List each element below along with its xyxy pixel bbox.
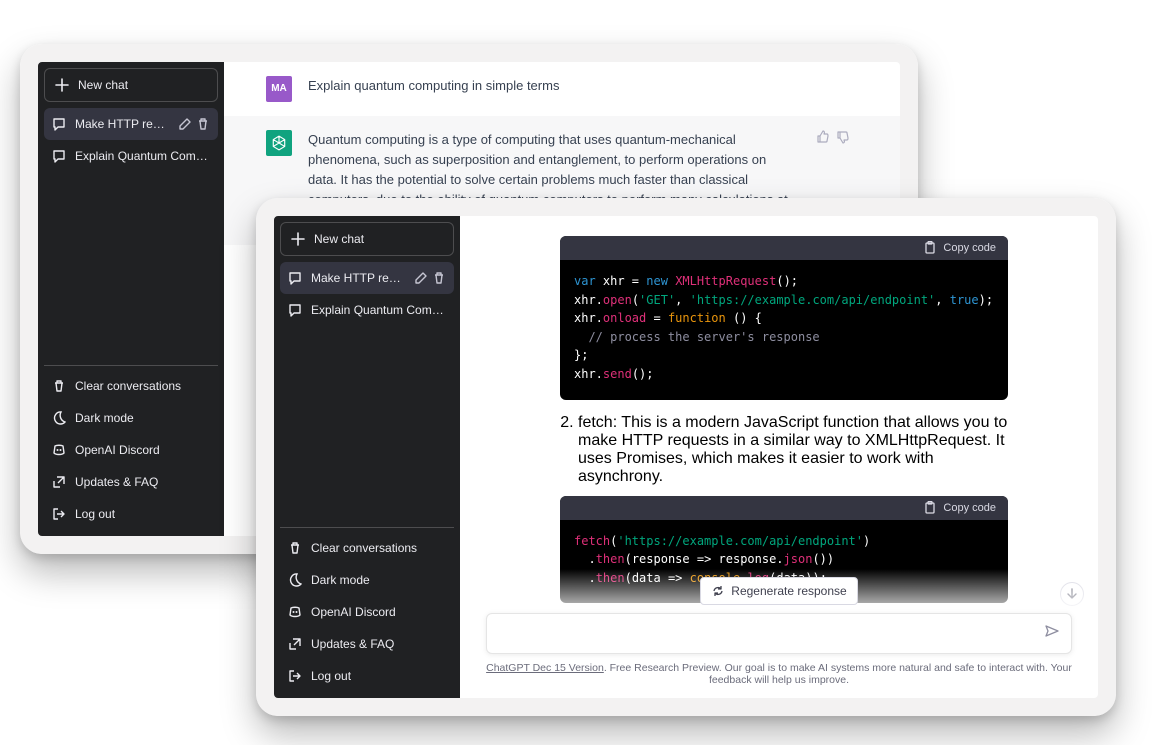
thumbs-up-icon[interactable] (816, 130, 830, 144)
discord-icon (288, 605, 302, 619)
clear-label: Clear conversations (311, 541, 417, 555)
trash-icon[interactable] (432, 271, 446, 285)
plus-icon (291, 232, 305, 246)
assistant-avatar (266, 130, 292, 156)
discord-button[interactable]: OpenAI Discord (280, 596, 454, 628)
chat-input[interactable] (499, 626, 1045, 641)
sidebar-bottom: Clear conversations Dark mode OpenAI Dis… (44, 365, 218, 530)
edit-icon[interactable] (178, 117, 192, 131)
send-button[interactable] (1045, 624, 1059, 643)
clear-conversations-button[interactable]: Clear conversations (44, 370, 218, 402)
external-link-icon (288, 637, 302, 651)
plus-icon (55, 78, 69, 92)
discord-label: OpenAI Discord (311, 605, 396, 619)
discord-icon (52, 443, 66, 457)
conversation-label: Explain Quantum Computing (311, 303, 446, 317)
chat-input-container[interactable] (486, 613, 1072, 654)
discord-button[interactable]: OpenAI Discord (44, 434, 218, 466)
openai-icon (271, 135, 287, 151)
user-message-text: Explain quantum computing in simple term… (308, 76, 850, 102)
sidebar: New chat Make HTTP request Ja Explain Qu… (38, 62, 224, 536)
trash-icon (52, 379, 66, 393)
trash-icon[interactable] (196, 117, 210, 131)
chat-icon (288, 303, 302, 317)
send-icon (1045, 624, 1059, 638)
chat-icon (288, 271, 302, 285)
trash-icon (288, 541, 302, 555)
new-chat-button[interactable]: New chat (44, 68, 218, 102)
discord-label: OpenAI Discord (75, 443, 160, 457)
chat-icon (52, 117, 66, 131)
copy-code-button[interactable]: Copy code (923, 241, 996, 255)
conversation-item-active[interactable]: Make HTTP request Ja (280, 262, 454, 294)
list-item: fetch: This is a modern JavaScript funct… (578, 414, 1008, 486)
updates-label: Updates & FAQ (311, 637, 394, 651)
logout-button[interactable]: Log out (44, 498, 218, 530)
regenerate-label: Regenerate response (731, 584, 846, 598)
logout-label: Log out (75, 507, 115, 521)
clear-label: Clear conversations (75, 379, 181, 393)
conversation-item[interactable]: Explain Quantum Computing (44, 140, 218, 172)
footnote: ChatGPT Dec 15 Version. Free Research Pr… (474, 662, 1084, 686)
logout-label: Log out (311, 669, 351, 683)
conversation-label: Make HTTP request Ja (75, 117, 169, 131)
dark-mode-button[interactable]: Dark mode (280, 564, 454, 596)
moon-icon (52, 411, 66, 425)
thumbs-down-icon[interactable] (836, 130, 850, 144)
sidebar-bottom: Clear conversations Dark mode OpenAI Dis… (280, 527, 454, 692)
copy-label: Copy code (943, 502, 996, 514)
clear-conversations-button[interactable]: Clear conversations (280, 532, 454, 564)
user-message-row: MA Explain quantum computing in simple t… (224, 62, 900, 116)
version-link[interactable]: ChatGPT Dec 15 Version (486, 662, 604, 674)
dark-mode-button[interactable]: Dark mode (44, 402, 218, 434)
dark-label: Dark mode (311, 573, 370, 587)
conversation-label: Explain Quantum Computing (75, 149, 210, 163)
updates-button[interactable]: Updates & FAQ (280, 628, 454, 660)
logout-icon (288, 669, 302, 683)
code-block: Copy code var xhr = new XMLHttpRequest()… (560, 236, 1008, 400)
updates-label: Updates & FAQ (75, 475, 158, 489)
explanation-list: fetch: This is a modern JavaScript funct… (560, 414, 1008, 486)
clipboard-icon (923, 241, 937, 255)
regenerate-button[interactable]: Regenerate response (700, 577, 857, 605)
device-front: New chat Make HTTP request Ja Explain Qu… (256, 198, 1116, 716)
chat-main: Copy code var xhr = new XMLHttpRequest()… (460, 216, 1098, 698)
user-avatar: MA (266, 76, 292, 102)
code-body: var xhr = new XMLHttpRequest(); xhr.open… (560, 260, 1008, 400)
new-chat-label: New chat (314, 232, 364, 246)
dark-label: Dark mode (75, 411, 134, 425)
external-link-icon (52, 475, 66, 489)
new-chat-label: New chat (78, 78, 128, 92)
updates-button[interactable]: Updates & FAQ (44, 466, 218, 498)
sidebar: New chat Make HTTP request Ja Explain Qu… (274, 216, 460, 698)
conversation-item[interactable]: Explain Quantum Computing (280, 294, 454, 326)
chat-icon (52, 149, 66, 163)
new-chat-button[interactable]: New chat (280, 222, 454, 256)
logout-button[interactable]: Log out (280, 660, 454, 692)
moon-icon (288, 573, 302, 587)
refresh-icon (711, 584, 725, 598)
clipboard-icon (923, 501, 937, 515)
conversation-item-active[interactable]: Make HTTP request Ja (44, 108, 218, 140)
edit-icon[interactable] (414, 271, 428, 285)
input-area: Regenerate response ChatGPT Dec 15 Versi… (460, 569, 1098, 698)
footnote-text: . Free Research Preview. Our goal is to … (604, 662, 1072, 686)
logout-icon (52, 507, 66, 521)
conversation-label: Make HTTP request Ja (311, 271, 405, 285)
copy-code-button[interactable]: Copy code (923, 501, 996, 515)
copy-label: Copy code (943, 242, 996, 254)
